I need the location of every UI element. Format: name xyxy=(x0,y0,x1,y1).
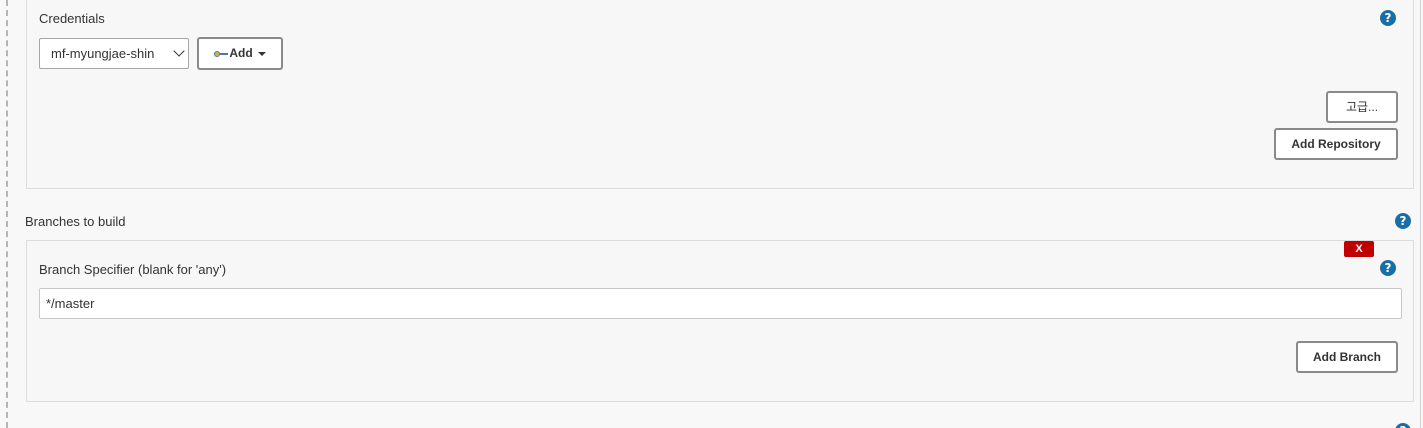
branches-help-icon[interactable]: ? xyxy=(1395,213,1411,229)
advanced-button[interactable]: 고급... xyxy=(1326,91,1398,123)
branch-specifier-input[interactable]: */master xyxy=(39,288,1402,319)
credentials-help-icon[interactable]: ? xyxy=(1380,10,1396,26)
key-icon xyxy=(214,50,229,58)
branch-panel xyxy=(26,240,1414,402)
left-dashed-border xyxy=(6,0,8,428)
right-border-line xyxy=(1420,0,1421,428)
branch-specifier-label: Branch Specifier (blank for 'any') xyxy=(39,262,227,277)
caret-down-icon xyxy=(257,51,266,56)
credentials-label: Credentials xyxy=(39,11,105,26)
add-credentials-button[interactable]: Add xyxy=(197,37,283,70)
next-section-help-icon[interactable]: ? xyxy=(1395,423,1411,428)
add-repository-button[interactable]: Add Repository xyxy=(1274,128,1398,160)
jenkins-scm-config-page: Credentials ? mf-myungjae-shin Add 고급...… xyxy=(0,0,1423,428)
add-branch-button[interactable]: Add Branch xyxy=(1296,341,1398,373)
branch-specifier-help-icon[interactable]: ? xyxy=(1380,260,1396,276)
branches-to-build-label: Branches to build xyxy=(25,214,126,229)
repository-panel xyxy=(26,0,1414,189)
credentials-select[interactable]: mf-myungjae-shin xyxy=(39,38,189,69)
delete-branch-button[interactable]: X xyxy=(1344,241,1374,257)
credentials-selected-value: mf-myungjae-shin xyxy=(51,46,155,61)
chevron-down-icon xyxy=(173,45,185,57)
add-button-label: Add xyxy=(229,46,253,60)
